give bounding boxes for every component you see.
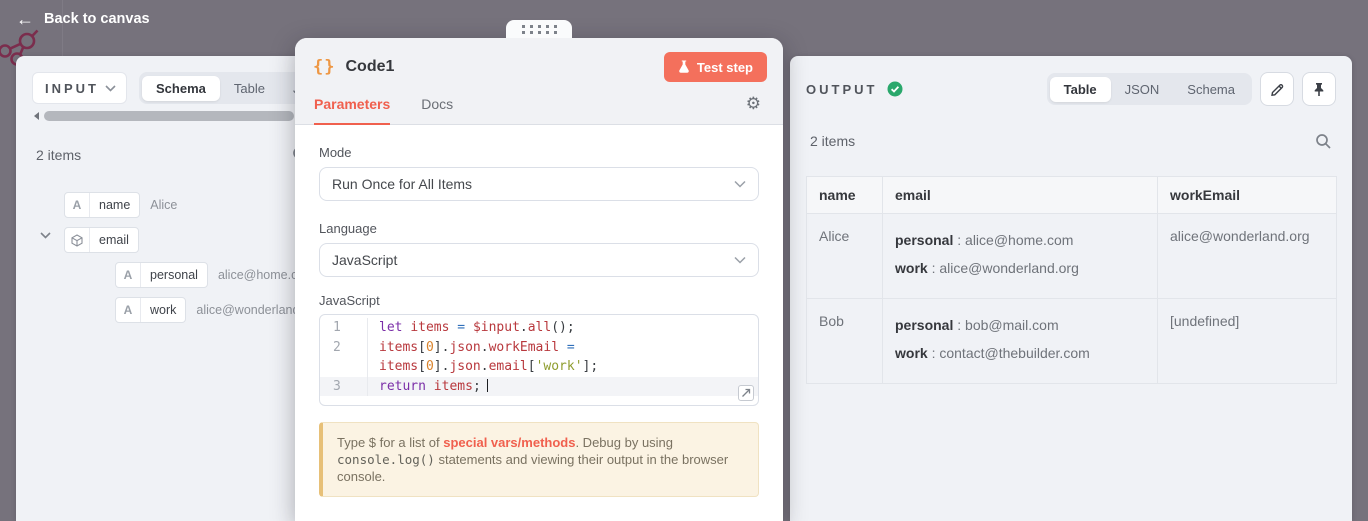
back-to-canvas-button[interactable]: ← Back to canvas bbox=[16, 10, 150, 28]
language-select[interactable]: JavaScript bbox=[319, 243, 759, 277]
input-items-count: 2 items bbox=[36, 147, 81, 163]
language-value: JavaScript bbox=[332, 252, 397, 268]
cell-email: personal : bob@mail.comwork : contact@th… bbox=[883, 299, 1158, 384]
code-node-icon: {} bbox=[313, 57, 335, 77]
scrollbar-thumb[interactable] bbox=[44, 111, 294, 121]
schema-key-label: email bbox=[90, 233, 138, 247]
schema-key-label: personal bbox=[141, 268, 207, 282]
output-tab-json[interactable]: JSON bbox=[1111, 77, 1174, 102]
table-row[interactable]: Alicepersonal : alice@home.comwork : ali… bbox=[807, 214, 1337, 299]
object-type-icon bbox=[65, 228, 90, 252]
schema-value: Alice bbox=[150, 198, 177, 212]
cell-email: personal : alice@home.comwork : alice@wo… bbox=[883, 214, 1158, 299]
text-cursor bbox=[487, 379, 489, 392]
line-number: 2 bbox=[320, 338, 368, 358]
tab-parameters[interactable]: Parameters bbox=[314, 96, 390, 125]
modal-drag-handle[interactable] bbox=[506, 20, 572, 38]
node-title: Code1 bbox=[345, 58, 394, 76]
code-line[interactable]: 2items[0].json.workEmail = bbox=[320, 338, 758, 358]
schema-key-label: work bbox=[141, 303, 185, 317]
input-panel: INPUT SchemaTableJSON 2 items AnameAlice… bbox=[16, 56, 340, 521]
test-step-label: Test step bbox=[697, 60, 753, 75]
mode-value: Run Once for All Items bbox=[332, 176, 472, 192]
success-check-icon bbox=[887, 81, 903, 97]
back-to-canvas-label: Back to canvas bbox=[44, 11, 150, 27]
test-step-button[interactable]: Test step bbox=[664, 52, 767, 82]
code-editor[interactable]: 1let items = $input.all();2items[0].json… bbox=[319, 314, 759, 406]
cell-workEmail: [undefined] bbox=[1158, 299, 1337, 384]
schema-key-pill[interactable]: Aname bbox=[64, 192, 140, 218]
mode-select[interactable]: Run Once for All Items bbox=[319, 167, 759, 201]
schema-row-name: Aname Alice bbox=[16, 192, 340, 218]
node-settings-gear-icon[interactable]: ⚙ bbox=[746, 96, 761, 113]
schema-key-pill[interactable]: Apersonal bbox=[115, 262, 208, 288]
drag-dots-icon bbox=[522, 25, 557, 34]
column-header-workEmail: workEmail bbox=[1158, 177, 1337, 214]
language-label: Language bbox=[319, 221, 759, 236]
special-vars-link[interactable]: special vars/methods bbox=[443, 435, 575, 450]
cell-name: Bob bbox=[807, 299, 883, 384]
line-number bbox=[320, 357, 368, 377]
hint-text-pre: Type $ for a list of bbox=[337, 435, 443, 450]
hint-text-mid: . Debug by using bbox=[575, 435, 673, 450]
canvas-edge-line bbox=[62, 0, 63, 58]
code-line[interactable]: items[0].json.email['work']; bbox=[320, 357, 758, 377]
table-row[interactable]: Bobpersonal : bob@mail.comwork : contact… bbox=[807, 299, 1337, 384]
pencil-icon bbox=[1270, 82, 1285, 97]
modal-header: {} Code1 Test step Parameters Docs ⚙ bbox=[295, 38, 783, 125]
back-arrow-icon: ← bbox=[16, 10, 34, 28]
mode-label: Mode bbox=[319, 145, 759, 160]
input-horizontal-scrollbar[interactable] bbox=[34, 110, 324, 122]
pin-icon bbox=[1312, 82, 1326, 97]
schema-key-label: name bbox=[90, 198, 139, 212]
scroll-left-arrow-icon[interactable] bbox=[34, 112, 39, 120]
cell-name: Alice bbox=[807, 214, 883, 299]
code-line[interactable]: 1let items = $input.all(); bbox=[320, 318, 758, 338]
output-search-icon[interactable] bbox=[1315, 133, 1332, 150]
chevron-down-icon bbox=[734, 256, 746, 264]
expand-editor-button[interactable] bbox=[738, 385, 754, 401]
schema-row-email: email bbox=[16, 227, 340, 253]
schema-key-pill[interactable]: email bbox=[64, 227, 139, 253]
input-source-selector[interactable]: INPUT bbox=[32, 72, 127, 104]
output-panel-title: OUTPUT bbox=[806, 82, 877, 97]
string-type-icon: A bbox=[116, 298, 141, 322]
editor-label: JavaScript bbox=[319, 293, 759, 308]
output-panel: OUTPUT TableJSONSchema 2 items nameemail… bbox=[790, 56, 1352, 521]
string-type-icon: A bbox=[116, 263, 141, 287]
output-table: nameemailworkEmail Alicepersonal : alice… bbox=[806, 176, 1337, 384]
node-detail-modal: {} Code1 Test step Parameters Docs ⚙ Mod… bbox=[295, 38, 783, 521]
cell-workEmail: alice@wonderland.org bbox=[1158, 214, 1337, 299]
line-number: 3 bbox=[320, 377, 368, 397]
editor-hint-box: Type $ for a list of special vars/method… bbox=[319, 422, 759, 497]
chevron-down-icon bbox=[734, 180, 746, 188]
output-view-tabs: TableJSONSchema bbox=[1047, 73, 1252, 105]
schema-row-work: Aworkalice@wonderland.org bbox=[16, 297, 340, 323]
input-panel-title: INPUT bbox=[45, 81, 99, 96]
code-line[interactable]: 3return items; bbox=[320, 377, 758, 397]
schema-key-pill[interactable]: Awork bbox=[115, 297, 186, 323]
flask-icon bbox=[678, 60, 690, 74]
string-type-icon: A bbox=[65, 193, 90, 217]
column-header-email: email bbox=[883, 177, 1158, 214]
collapse-chevron-icon[interactable] bbox=[40, 232, 51, 239]
input-schema-tree: AnameAliceemailApersonalalice@home.comAw… bbox=[16, 192, 340, 323]
expand-icon bbox=[741, 388, 751, 398]
chevron-down-icon bbox=[105, 85, 116, 92]
tab-docs[interactable]: Docs bbox=[421, 96, 453, 125]
schema-row-personal: Apersonalalice@home.com bbox=[16, 262, 340, 288]
input-tab-table[interactable]: Table bbox=[220, 76, 279, 101]
edit-output-button[interactable] bbox=[1260, 72, 1294, 106]
column-header-name: name bbox=[807, 177, 883, 214]
hint-code: console.log() bbox=[337, 452, 435, 467]
input-tab-schema[interactable]: Schema bbox=[142, 76, 220, 101]
line-number: 1 bbox=[320, 318, 368, 338]
output-tab-table[interactable]: Table bbox=[1050, 77, 1111, 102]
output-items-count: 2 items bbox=[810, 133, 855, 149]
output-tab-schema[interactable]: Schema bbox=[1173, 77, 1249, 102]
pin-data-button[interactable] bbox=[1302, 72, 1336, 106]
